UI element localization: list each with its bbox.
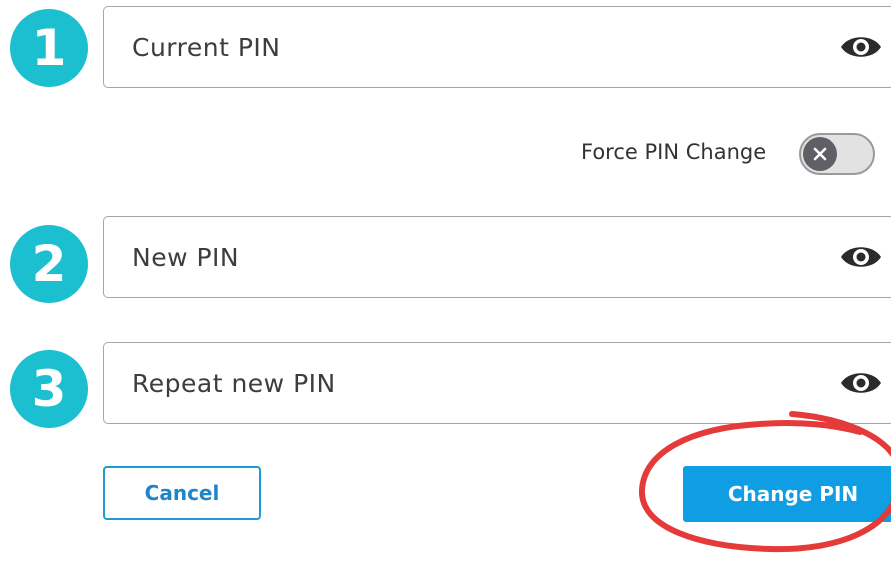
x-icon xyxy=(813,147,827,161)
current-pin-field xyxy=(103,6,891,88)
eye-icon[interactable] xyxy=(839,242,883,272)
toggle-knob xyxy=(803,137,837,171)
change-pin-button[interactable]: Change PIN xyxy=(683,466,891,522)
eye-icon[interactable] xyxy=(839,368,883,398)
current-pin-input[interactable] xyxy=(132,7,812,87)
new-pin-input[interactable] xyxy=(132,217,812,297)
cancel-button[interactable]: Cancel xyxy=(103,466,261,520)
force-pin-change-row: Force PIN Change xyxy=(581,128,891,182)
step-2-badge: 2 xyxy=(10,225,88,303)
new-pin-field xyxy=(103,216,891,298)
repeat-pin-field xyxy=(103,342,891,424)
step-3-badge: 3 xyxy=(10,350,88,428)
step-1-badge: 1 xyxy=(10,9,88,87)
eye-icon[interactable] xyxy=(839,32,883,62)
force-pin-change-label: Force PIN Change xyxy=(581,140,767,164)
repeat-pin-input[interactable] xyxy=(132,343,812,423)
force-pin-change-toggle[interactable] xyxy=(799,133,875,175)
